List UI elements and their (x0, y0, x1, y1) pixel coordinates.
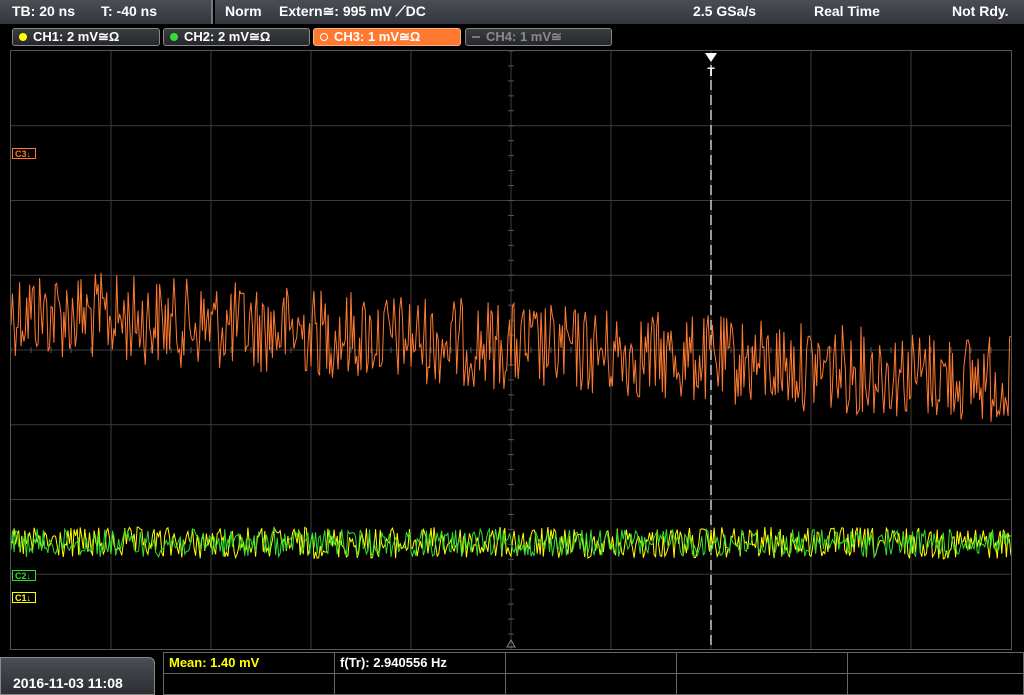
trigger-marker-label: T (707, 65, 715, 79)
acquisition-info[interactable]: Norm Extern≅: 995 mV ⟋DC 2.5 GSa/s Real … (215, 0, 1024, 24)
sample-rate: 2.5 GSa/s (693, 3, 757, 19)
datetime-box: 2016-11-03 11:08 (0, 657, 155, 695)
ch1-ground-marker[interactable]: C1↓ (12, 592, 37, 603)
trigger-source: Extern≅: 995 mV ⟋DC (279, 3, 426, 19)
tab-ch4-label: CH4: 1 mV≅ (486, 29, 562, 44)
timebase-label: TB: 20 ns (12, 3, 76, 19)
tab-ch2-label: CH2: 2 mV≅Ω (184, 29, 271, 44)
acquisition-mode: Real Time (814, 3, 880, 19)
meas-cell (847, 652, 1024, 674)
tab-ch3[interactable]: CH3: 1 mV≅Ω (313, 28, 461, 46)
mean-measurement: Mean: 1.40 mV (169, 655, 260, 670)
acquisition-state: Not Rdy. (952, 3, 1009, 19)
tab-ch4[interactable]: CH4: 1 mV≅ (465, 28, 612, 46)
meas-cell (676, 673, 848, 695)
tab-ch1-label: CH1: 2 mV≅Ω (33, 29, 120, 44)
ch2-marker-label: C2 (15, 571, 27, 581)
trigger-position-label: T: -40 ns (101, 3, 158, 19)
trigger-arrow-icon (705, 53, 717, 62)
status-bar: TB: 20 ns T: -40 ns Norm Extern≅: 995 mV… (0, 0, 1024, 24)
ch4-dash-icon (472, 36, 480, 38)
timebase-box[interactable]: TB: 20 ns T: -40 ns (0, 0, 213, 24)
tab-ch1[interactable]: CH1: 2 mV≅Ω (12, 28, 160, 46)
tab-ch3-label: CH3: 1 mV≅Ω (334, 29, 421, 44)
ch2-ground-marker[interactable]: C2↓ (12, 570, 37, 581)
waveform-display[interactable]: T (10, 50, 1012, 650)
ch2-dot-icon (170, 33, 178, 41)
ch1-dot-icon (19, 33, 27, 41)
meas-cell (334, 673, 506, 695)
channel-tabs: CH1: 2 mV≅Ω CH2: 2 mV≅Ω CH3: 1 mV≅Ω CH4:… (0, 24, 1024, 49)
frequency-measurement: f(Tr): 2.940556 Hz (340, 655, 447, 670)
datetime-label: 2016-11-03 11:08 (13, 675, 123, 691)
trigger-mode: Norm (225, 3, 262, 19)
ch3-dot-icon (320, 33, 328, 41)
tab-ch2[interactable]: CH2: 2 mV≅Ω (163, 28, 310, 46)
ch1-marker-label: C1 (15, 593, 27, 603)
meas-cell (163, 673, 335, 695)
meas-cell (505, 652, 677, 674)
measurement-panel[interactable] (163, 652, 1024, 695)
meas-cell (676, 652, 848, 674)
ch3-ground-marker[interactable]: C3↓ (12, 148, 37, 159)
waveform-svg: T (11, 51, 1011, 649)
meas-cell (505, 673, 677, 695)
meas-cell (847, 673, 1024, 695)
ch3-marker-label: C3 (15, 149, 27, 159)
